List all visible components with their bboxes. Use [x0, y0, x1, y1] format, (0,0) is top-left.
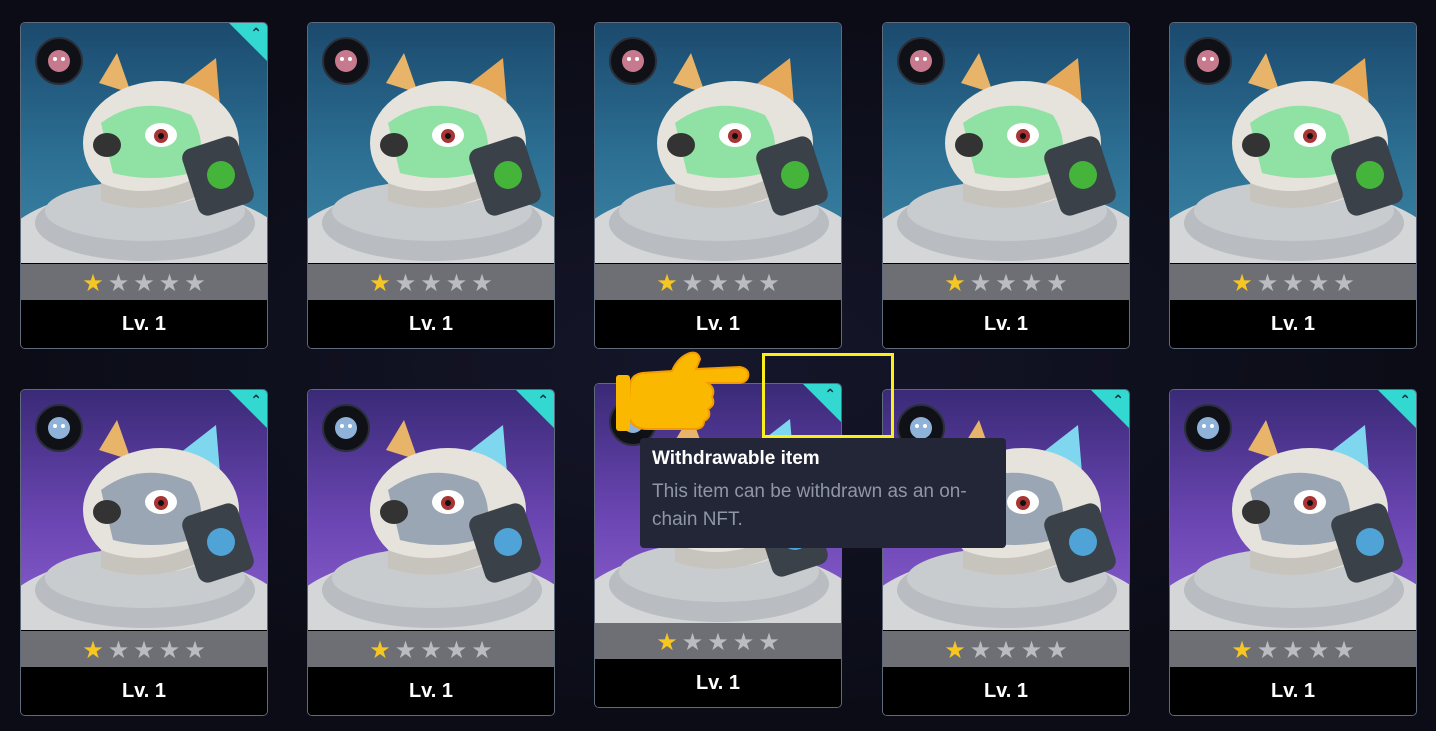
- star-icon: ★: [420, 636, 442, 664]
- element-icon: [1184, 404, 1232, 452]
- tooltip-title: Withdrawable item: [652, 448, 820, 469]
- element-icon: [897, 37, 945, 85]
- star-icon: ★: [1256, 636, 1279, 664]
- nft-card[interactable]: ⌃ ★ ★ ★ ★ ★ Lv. 1: [307, 389, 555, 716]
- level-label: Lv. 1: [883, 300, 1129, 348]
- star-icon: ★: [732, 628, 755, 656]
- element-icon: [35, 404, 83, 452]
- star-rating: ★ ★ ★ ★ ★: [883, 264, 1129, 302]
- star-icon: ★: [369, 269, 391, 297]
- star-rating: ★ ★ ★ ★ ★: [21, 631, 267, 669]
- star-icon: ★: [707, 628, 729, 656]
- star-icon: ★: [1282, 636, 1304, 664]
- element-icon: [609, 37, 657, 85]
- level-label: Lv. 1: [595, 300, 841, 348]
- star-icon: ★: [656, 269, 678, 297]
- nft-card[interactable]: ⌃ ★ ★ ★ ★ ★ Lv. 1: [1169, 389, 1417, 716]
- star-icon: ★: [969, 269, 992, 297]
- withdrawable-tooltip: Withdrawable item This item can be withd…: [640, 438, 1006, 548]
- star-icon: ★: [471, 269, 493, 297]
- element-icon: [1184, 37, 1232, 85]
- star-icon: ★: [445, 269, 468, 297]
- element-icon: [322, 37, 370, 85]
- star-rating: ★ ★ ★ ★ ★: [595, 264, 841, 302]
- element-icon: [35, 37, 83, 85]
- highlight-box: [762, 353, 894, 438]
- star-icon: ★: [995, 269, 1017, 297]
- star-icon: ★: [394, 636, 417, 664]
- level-label: Lv. 1: [883, 667, 1129, 715]
- level-label: Lv. 1: [595, 659, 841, 707]
- star-icon: ★: [82, 269, 104, 297]
- star-icon: ★: [394, 269, 417, 297]
- nft-card[interactable]: ★ ★ ★ ★ ★ Lv. 1: [882, 22, 1130, 349]
- star-icon: ★: [1231, 636, 1253, 664]
- star-icon: ★: [1046, 269, 1068, 297]
- star-icon: ★: [107, 269, 130, 297]
- star-rating: ★ ★ ★ ★ ★: [21, 264, 267, 302]
- star-icon: ★: [758, 269, 780, 297]
- level-label: Lv. 1: [21, 300, 267, 348]
- star-icon: ★: [184, 636, 206, 664]
- star-icon: ★: [82, 636, 104, 664]
- star-icon: ★: [707, 269, 729, 297]
- level-label: Lv. 1: [1170, 667, 1416, 715]
- star-icon: ★: [133, 636, 155, 664]
- star-rating: ★ ★ ★ ★ ★: [1170, 264, 1416, 302]
- star-icon: ★: [133, 269, 155, 297]
- star-icon: ★: [681, 628, 704, 656]
- star-icon: ★: [944, 636, 966, 664]
- nft-card[interactable]: ★ ★ ★ ★ ★ Lv. 1: [1169, 22, 1417, 349]
- star-icon: ★: [1333, 636, 1355, 664]
- level-label: Lv. 1: [1170, 300, 1416, 348]
- star-icon: ★: [1307, 636, 1330, 664]
- star-icon: ★: [369, 636, 391, 664]
- star-icon: ★: [158, 636, 181, 664]
- star-icon: ★: [1282, 269, 1304, 297]
- level-label: Lv. 1: [308, 667, 554, 715]
- star-icon: ★: [1307, 269, 1330, 297]
- star-icon: ★: [445, 636, 468, 664]
- star-icon: ★: [995, 636, 1017, 664]
- star-icon: ★: [158, 269, 181, 297]
- nft-card[interactable]: ★ ★ ★ ★ ★ Lv. 1: [594, 22, 842, 349]
- star-icon: ★: [944, 269, 966, 297]
- star-icon: ★: [107, 636, 130, 664]
- nft-card[interactable]: ⌃ ★ ★ ★ ★ ★ Lv. 1: [20, 22, 268, 349]
- star-rating: ★ ★ ★ ★ ★: [308, 631, 554, 669]
- nft-card[interactable]: ⌃ ★ ★ ★ ★ ★ Lv. 1: [20, 389, 268, 716]
- pointing-hand-icon: [616, 351, 750, 431]
- nft-card[interactable]: ★ ★ ★ ★ ★ Lv. 1: [307, 22, 555, 349]
- star-icon: ★: [1020, 269, 1043, 297]
- star-icon: ★: [471, 636, 493, 664]
- element-icon: [322, 404, 370, 452]
- star-icon: ★: [184, 269, 206, 297]
- level-label: Lv. 1: [308, 300, 554, 348]
- star-icon: ★: [1046, 636, 1068, 664]
- star-icon: ★: [969, 636, 992, 664]
- star-icon: ★: [1020, 636, 1043, 664]
- star-rating: ★ ★ ★ ★ ★: [883, 631, 1129, 669]
- star-rating: ★ ★ ★ ★ ★: [1170, 631, 1416, 669]
- star-icon: ★: [758, 628, 780, 656]
- star-icon: ★: [681, 269, 704, 297]
- level-label: Lv. 1: [21, 667, 267, 715]
- tooltip-body: This item can be withdrawn as an on-chai…: [652, 481, 967, 530]
- star-icon: ★: [1256, 269, 1279, 297]
- star-rating: ★ ★ ★ ★ ★: [308, 264, 554, 302]
- star-icon: ★: [1231, 269, 1253, 297]
- star-icon: ★: [656, 628, 678, 656]
- star-icon: ★: [420, 269, 442, 297]
- star-rating: ★ ★ ★ ★ ★: [595, 623, 841, 661]
- star-icon: ★: [1333, 269, 1355, 297]
- star-icon: ★: [732, 269, 755, 297]
